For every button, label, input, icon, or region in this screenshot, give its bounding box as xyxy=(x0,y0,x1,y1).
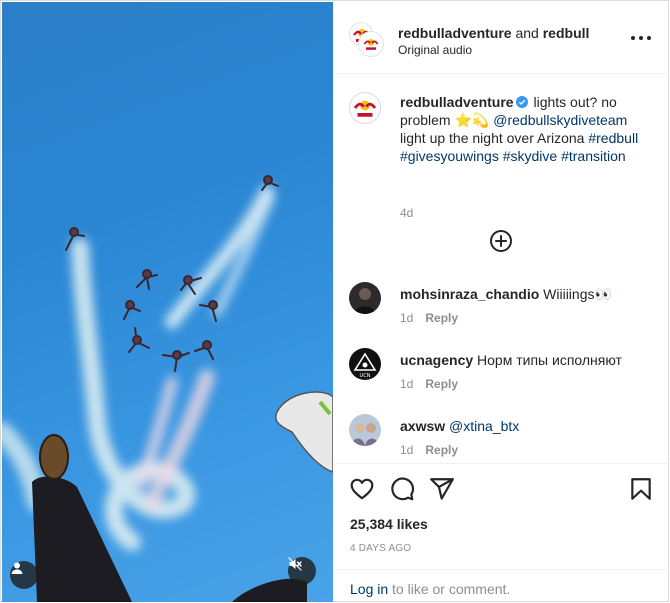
comment-item: axwsw @xtina_btx 1d Reply xyxy=(349,414,654,463)
comment-item: UCN ucnagency Норм типы исполняют 1d Repl… xyxy=(349,348,654,404)
speaker-muted-icon xyxy=(288,557,302,571)
comment-body: Норм типы исполняют xyxy=(477,352,622,368)
comment-mention[interactable]: @xtina_btx xyxy=(449,418,519,434)
comment-timestamp[interactable]: 1d xyxy=(400,443,413,457)
avatar[interactable]: UCN xyxy=(349,348,381,380)
post-authors: redbulladventure and redbull xyxy=(398,25,589,41)
comment-timestamp[interactable]: 1d xyxy=(400,311,413,325)
reply-button[interactable]: Reply xyxy=(425,443,458,457)
comment-username[interactable]: ucnagency xyxy=(400,352,473,368)
more-options-icon[interactable] xyxy=(631,32,651,44)
comment-text: axwsw @xtina_btx xyxy=(400,417,519,435)
comment-username[interactable]: mohsinraza_chandio xyxy=(400,286,539,302)
avatar xyxy=(359,32,383,56)
avatar[interactable] xyxy=(349,282,381,314)
red-bull-logo-icon xyxy=(353,100,377,117)
coauthor-username[interactable]: redbull xyxy=(543,25,590,41)
comment-username[interactable]: axwsw xyxy=(400,418,445,434)
login-link[interactable]: Log in xyxy=(350,581,388,597)
bookmark-icon[interactable] xyxy=(628,476,654,502)
comment-meta: 1d Reply xyxy=(400,443,458,457)
comment-body: Wiiiiings xyxy=(543,286,595,302)
post-video[interactable] xyxy=(2,2,333,602)
verified-badge-icon xyxy=(515,96,528,108)
person-icon xyxy=(11,562,23,574)
heart-icon[interactable] xyxy=(349,476,375,502)
post-date[interactable]: 4 DAYS AGO xyxy=(350,543,411,554)
comment-text: ucnagency Норм типы исполняют xyxy=(400,351,622,369)
post-sidebar: redbulladventure and redbull Original au… xyxy=(334,2,669,602)
hashtag-link[interactable]: #redbull xyxy=(588,130,638,146)
author-username[interactable]: redbulladventure xyxy=(398,25,512,41)
svg-text:UCN: UCN xyxy=(360,373,371,379)
post-actions xyxy=(334,463,669,513)
avatar[interactable] xyxy=(349,414,381,446)
user-tags-button[interactable] xyxy=(10,561,38,589)
comment-bubble-icon[interactable] xyxy=(389,476,415,502)
comment-item: mohsinraza_chandio Wiiiiings👀 1d Reply xyxy=(349,282,654,338)
post-dialog: redbulladventure and redbull Original au… xyxy=(0,0,669,602)
likes-count[interactable]: 25,384 likes xyxy=(350,516,428,532)
caption-timestamp[interactable]: 4d xyxy=(400,206,413,220)
reply-button[interactable]: Reply xyxy=(425,377,458,391)
comment-text: mohsinraza_chandio Wiiiiings👀 xyxy=(400,285,612,303)
red-bull-logo-icon xyxy=(363,39,379,50)
coauthor-avatars[interactable] xyxy=(349,22,383,56)
comment-meta: 1d Reply xyxy=(400,311,458,325)
skydive-scene xyxy=(2,175,333,602)
audio-link[interactable]: Original audio xyxy=(398,43,472,57)
caption-text: redbulladventure lights out? no problem … xyxy=(400,93,640,165)
caption-mention[interactable]: @redbullskydiveteam xyxy=(493,112,627,128)
comment-timestamp[interactable]: 1d xyxy=(400,377,413,391)
plus-circle-icon[interactable] xyxy=(489,229,513,253)
reply-button[interactable]: Reply xyxy=(425,311,458,325)
hashtag-link[interactable]: #skydive xyxy=(503,148,557,164)
post-header: redbulladventure and redbull Original au… xyxy=(334,2,669,74)
comments-list[interactable]: redbulladventure lights out? no problem … xyxy=(334,75,669,463)
login-prompt: Log in to like or comment. xyxy=(334,569,669,602)
mute-button[interactable] xyxy=(288,557,316,585)
caption-emoji: ⭐💫 xyxy=(454,112,490,128)
login-prompt-text: to like or comment. xyxy=(392,581,511,597)
hashtag-link[interactable]: #givesyouwings xyxy=(400,148,499,164)
comment-emoji: 👀 xyxy=(594,286,612,302)
hashtag-link[interactable]: #transition xyxy=(561,148,626,164)
author-separator: and xyxy=(515,25,539,41)
caption-tail: light up the night over Arizona xyxy=(400,130,585,146)
comment-meta: 1d Reply xyxy=(400,377,458,391)
caption-username[interactable]: redbulladventure xyxy=(400,94,514,110)
paper-plane-icon[interactable] xyxy=(429,476,455,502)
avatar[interactable] xyxy=(349,92,381,124)
